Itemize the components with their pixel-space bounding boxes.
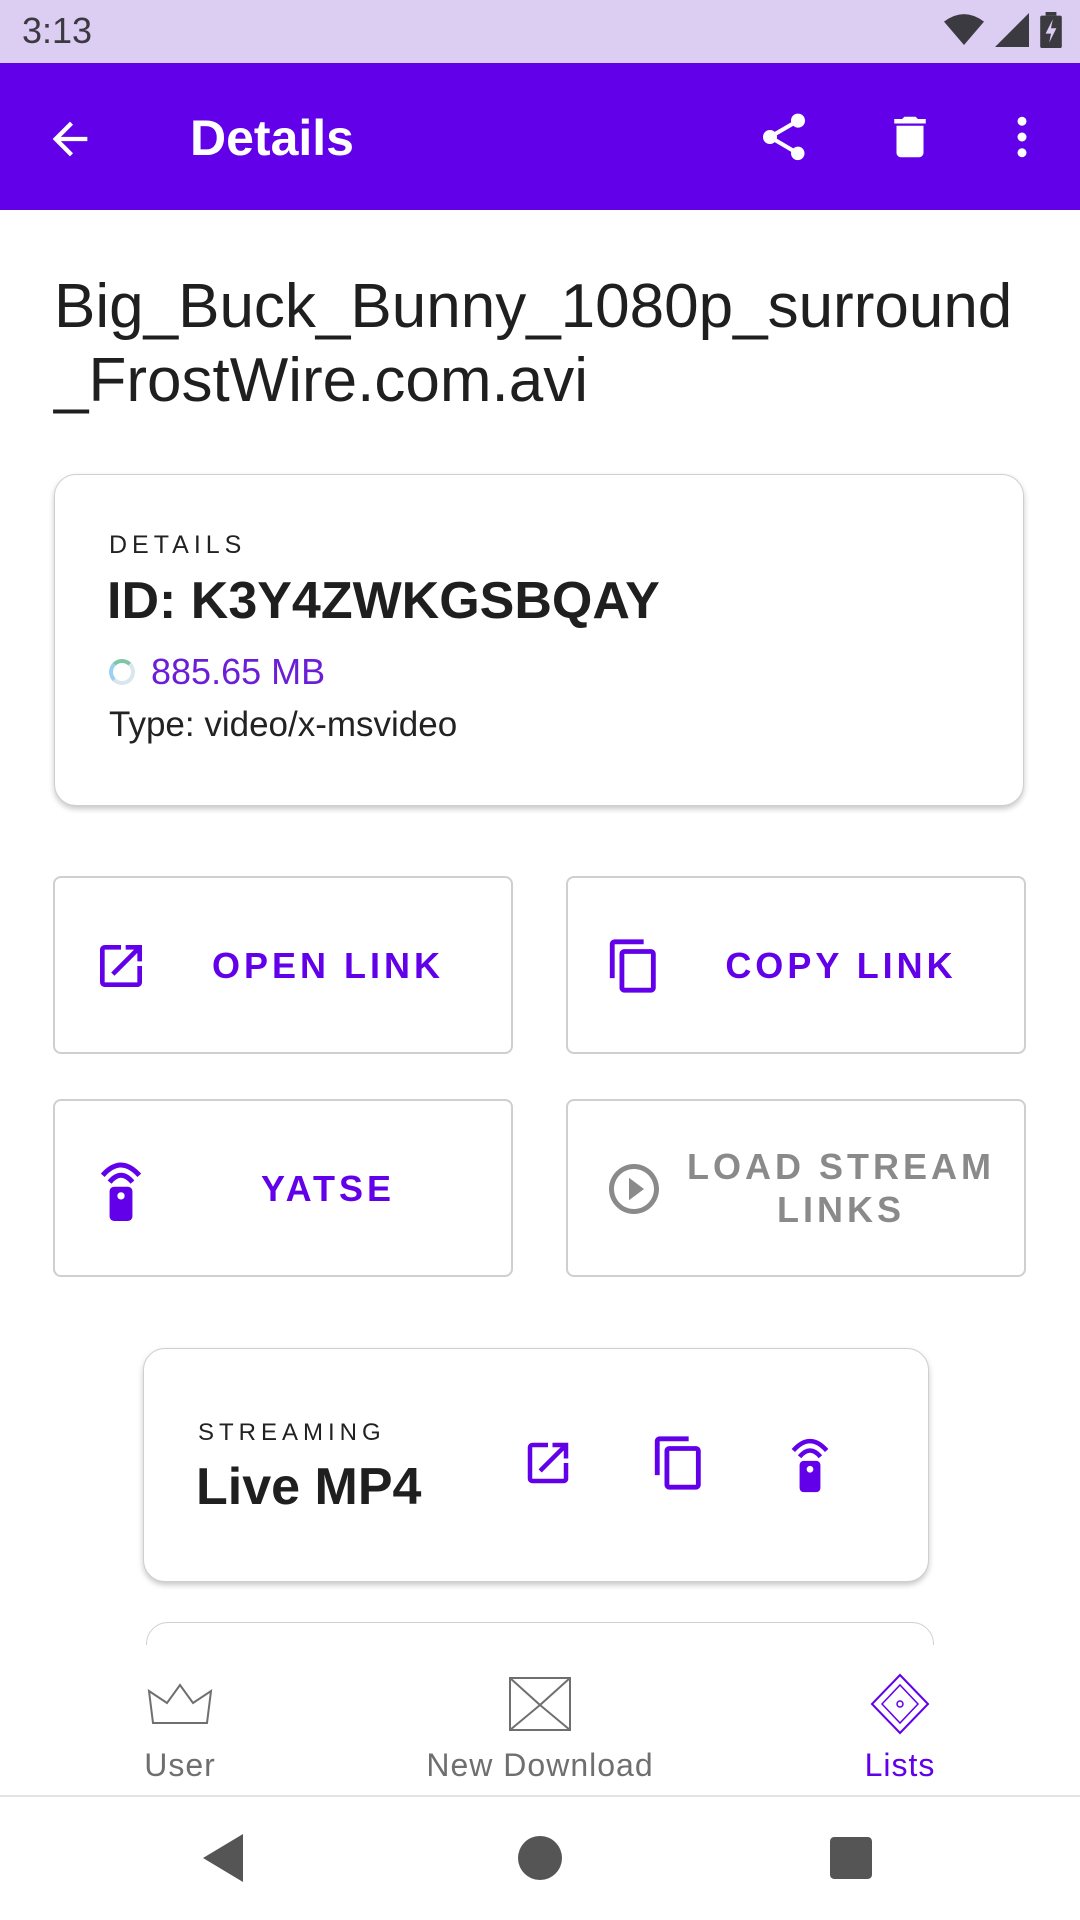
- envelope-icon: [507, 1673, 573, 1735]
- more-vert-icon[interactable]: [992, 107, 1052, 167]
- nav-recents-icon[interactable]: [826, 1833, 876, 1883]
- status-icons: [944, 12, 1062, 48]
- nav-item-new-download[interactable]: New Download: [400, 1645, 680, 1795]
- bottom-navigation: User New Download Lists: [0, 1645, 1080, 1797]
- loading-spinner-icon: [109, 659, 135, 685]
- size-row: 885.65 MB: [109, 651, 325, 693]
- stream-name: Live MP4: [196, 1458, 422, 1516]
- nav-item-lists[interactable]: Lists: [800, 1645, 1000, 1795]
- nav-label-lists: Lists: [864, 1747, 936, 1783]
- page-title: Details: [190, 110, 354, 166]
- yatse-label: YATSE: [260, 1167, 396, 1209]
- battery-charging-icon: [1040, 12, 1062, 48]
- open-in-new-icon: [91, 936, 151, 996]
- file-size: 885.65 MB: [151, 651, 326, 692]
- file-name: Big_Buck_Bunny_1080p_surround_FrostWire.…: [54, 272, 1013, 415]
- yatse-button[interactable]: YATSE: [53, 1099, 513, 1277]
- load-stream-links-button[interactable]: LOAD STREAM LINKS: [566, 1099, 1026, 1277]
- details-overline: DETAILS: [109, 531, 247, 559]
- system-navigation-bar: [0, 1797, 1080, 1920]
- nav-home-icon[interactable]: [515, 1833, 565, 1883]
- streaming-overline: STREAMING: [198, 1419, 386, 1446]
- file-type: Type: video/x-msvideo: [109, 705, 458, 744]
- nav-label-user: User: [144, 1747, 216, 1783]
- cellular-signal-icon: [995, 13, 1029, 47]
- copy-icon[interactable]: [647, 1431, 711, 1495]
- copy-link-label: COPY LINK: [725, 944, 957, 986]
- load-stream-links-label: LOAD STREAM LINKS: [687, 1146, 995, 1230]
- nav-label-new-download: New Download: [426, 1747, 654, 1783]
- open-in-new-icon[interactable]: [516, 1431, 580, 1495]
- back-arrow-icon[interactable]: [44, 113, 96, 165]
- delete-icon[interactable]: [880, 107, 940, 167]
- remote-icon: [91, 1159, 151, 1221]
- remote-icon[interactable]: [778, 1431, 842, 1495]
- play-circle-icon: [604, 1159, 664, 1219]
- diamond-icon: [870, 1673, 930, 1735]
- share-icon[interactable]: [754, 107, 814, 167]
- copy-icon: [604, 936, 664, 996]
- open-link-label: OPEN LINK: [211, 944, 444, 986]
- crown-icon: [147, 1673, 213, 1735]
- status-time: 3:13: [22, 10, 93, 51]
- nav-item-user[interactable]: User: [80, 1645, 280, 1795]
- wifi-icon: [944, 14, 984, 45]
- open-link-button[interactable]: OPEN LINK: [53, 876, 513, 1054]
- file-id: ID: K3Y4ZWKGSBQAY: [107, 572, 660, 630]
- streaming-card: STREAMING Live MP4: [143, 1348, 929, 1582]
- details-card: DETAILS ID: K3Y4ZWKGSBQAY 885.65 MB Type…: [54, 474, 1024, 806]
- status-bar: 3:13: [0, 0, 1080, 63]
- app-bar: Details: [0, 63, 1080, 210]
- nav-back-icon[interactable]: [200, 1833, 250, 1883]
- copy-link-button[interactable]: COPY LINK: [566, 876, 1026, 1054]
